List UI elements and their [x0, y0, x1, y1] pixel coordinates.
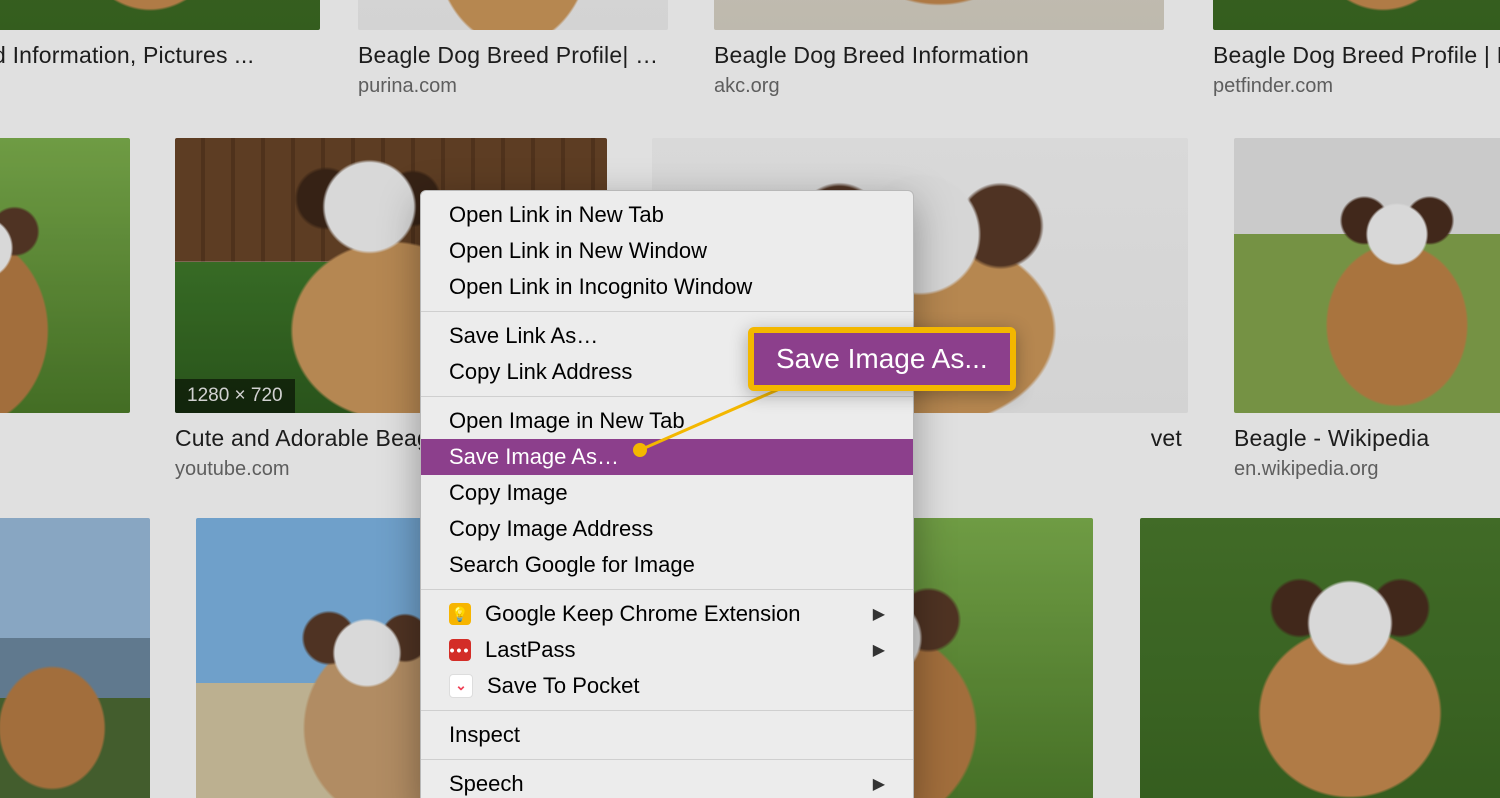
menu-item-label: Open Link in Incognito Window — [449, 274, 752, 300]
result-tile[interactable]: Beagle Dog Breed Information akc.org — [714, 0, 1164, 98]
menu-item-label: Copy Link Address — [449, 359, 632, 385]
result-thumbnail[interactable] — [0, 518, 150, 798]
menu-separator — [421, 710, 913, 711]
result-title[interactable]: Beagle Dog Breed Information — [714, 42, 1164, 69]
result-source: purina.com — [358, 75, 668, 98]
pocket-icon: ⌄ — [449, 674, 473, 698]
submenu-arrow-icon: ▶ — [873, 604, 885, 624]
menu-separator — [421, 759, 913, 760]
menu-item-label: Copy Image Address — [449, 516, 653, 542]
menu-ext-google-keep[interactable]: 💡 Google Keep Chrome Extension ▶ — [421, 596, 913, 632]
menu-open-link-new-window[interactable]: Open Link in New Window — [421, 233, 913, 269]
menu-item-label: Google Keep Chrome Extension — [485, 601, 801, 627]
result-title[interactable]: Beagle - Wikipedia — [1234, 425, 1500, 452]
submenu-arrow-icon: ▶ — [873, 640, 885, 660]
result-title[interactable]: Beagle Dog Breed Profile | Petfi — [1213, 42, 1500, 69]
menu-copy-image-address[interactable]: Copy Image Address — [421, 511, 913, 547]
annotation-callout: Save Image As... — [748, 327, 1016, 391]
menu-inspect[interactable]: Inspect — [421, 717, 913, 753]
menu-item-label: Speech — [449, 771, 524, 797]
menu-item-label: Search Google for Image — [449, 552, 695, 578]
lightbulb-icon: 💡 — [449, 603, 471, 625]
menu-ext-lastpass[interactable]: ••• LastPass ▶ — [421, 632, 913, 668]
menu-open-image-new-tab[interactable]: Open Image in New Tab — [421, 403, 913, 439]
menu-item-label: Save Image As… — [449, 444, 619, 470]
submenu-arrow-icon: ▶ — [873, 774, 885, 794]
result-source: petfinder.com — [1213, 75, 1500, 98]
menu-item-label: Open Link in New Tab — [449, 202, 664, 228]
result-source: en.wikipedia.org — [1234, 458, 1500, 481]
menu-item-label: Copy Image — [449, 480, 568, 506]
menu-ext-pocket[interactable]: ⌄ Save To Pocket — [421, 668, 913, 704]
result-thumbnail[interactable] — [714, 0, 1164, 30]
image-search-results: ed Information, Pictures ... Beagle Dog … — [0, 0, 1500, 798]
result-thumbnail[interactable] — [1213, 0, 1500, 30]
result-thumbnail[interactable] — [358, 0, 668, 30]
result-tile[interactable]: ed Information, Pictures ... — [0, 0, 320, 75]
menu-speech[interactable]: Speech ▶ — [421, 766, 913, 798]
menu-open-link-new-tab[interactable]: Open Link in New Tab — [421, 197, 913, 233]
result-tile[interactable]: Beagle Dog Breed Profile | Petfi petfind… — [1213, 0, 1500, 98]
context-menu: Open Link in New Tab Open Link in New Wi… — [420, 190, 914, 798]
menu-copy-image[interactable]: Copy Image — [421, 475, 913, 511]
menu-separator — [421, 396, 913, 397]
result-source: akc.org — [714, 75, 1164, 98]
result-thumbnail[interactable] — [0, 0, 320, 30]
lastpass-icon: ••• — [449, 639, 471, 661]
menu-item-label: Open Image in New Tab — [449, 408, 685, 434]
menu-item-label: Inspect — [449, 722, 520, 748]
image-dimensions-badge: 1280 × 720 — [175, 379, 295, 413]
result-thumbnail[interactable] — [1140, 518, 1500, 798]
menu-item-label: Save Link As… — [449, 323, 598, 349]
menu-save-image-as[interactable]: Save Image As… — [421, 439, 913, 475]
result-tile[interactable] — [0, 138, 130, 413]
result-title[interactable]: Beagle Dog Breed Profile| Purin… — [358, 42, 668, 69]
menu-separator — [421, 311, 913, 312]
result-tile[interactable]: Beagle - Wikipedia en.wikipedia.org — [1234, 138, 1500, 481]
result-thumbnail[interactable] — [1234, 138, 1500, 413]
menu-separator — [421, 589, 913, 590]
menu-item-label: Save To Pocket — [487, 673, 639, 699]
result-title[interactable]: ed Information, Pictures ... — [0, 42, 320, 69]
result-tile[interactable]: Beagle Dog Breed Profile| Purin… purina.… — [358, 0, 668, 98]
menu-search-google-for-image[interactable]: Search Google for Image — [421, 547, 913, 583]
result-thumbnail[interactable] — [0, 138, 130, 413]
result-tile[interactable] — [0, 518, 150, 798]
menu-open-link-incognito[interactable]: Open Link in Incognito Window — [421, 269, 913, 305]
annotation-callout-label: Save Image As... — [748, 327, 1016, 391]
menu-item-label: LastPass — [485, 637, 576, 663]
result-tile[interactable] — [1140, 518, 1500, 798]
menu-item-label: Open Link in New Window — [449, 238, 707, 264]
